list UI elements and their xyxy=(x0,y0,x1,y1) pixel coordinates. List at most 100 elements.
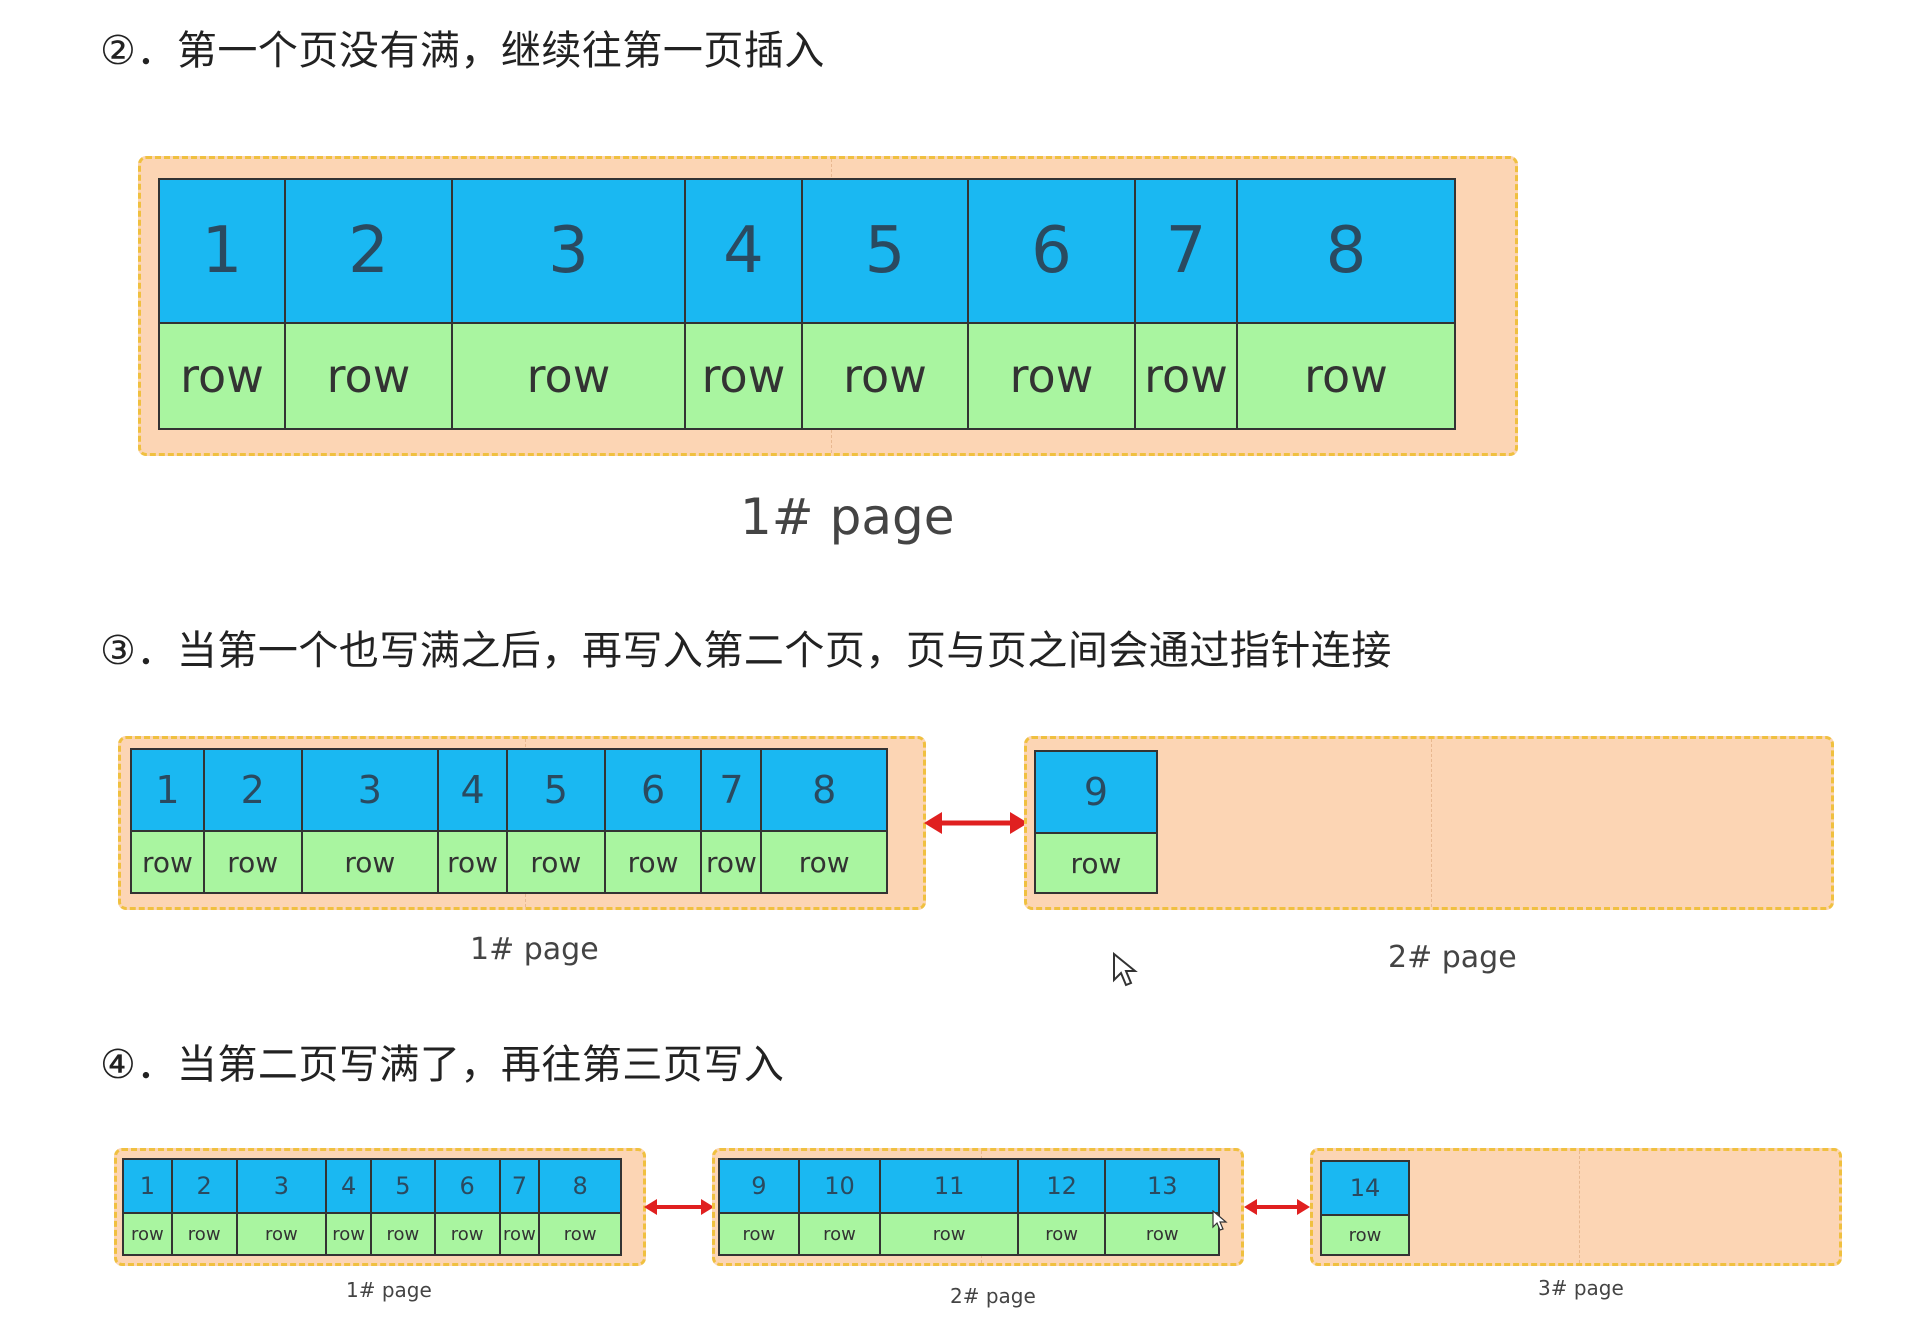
cell-number: 12 xyxy=(1018,1160,1105,1214)
cell-number: 1 xyxy=(160,180,284,324)
cell-number: 7 xyxy=(500,1160,539,1214)
d2-page-1-cells: 1 row 2 row 3 row 4 row 5 row 6 row 7 row 8 row xyxy=(130,748,888,894)
cell-number: 13 xyxy=(1106,1160,1219,1214)
page-cell: 5 row xyxy=(508,750,606,892)
cell-row-label: row xyxy=(508,832,604,892)
page-cell: 1 row xyxy=(160,180,286,428)
cell-row-label: row xyxy=(1238,324,1454,428)
cell-number: 6 xyxy=(969,180,1134,324)
cell-number: 6 xyxy=(605,750,701,832)
cell-number: 4 xyxy=(686,180,801,324)
page-cell: 6 row xyxy=(435,1160,501,1254)
cell-row-label: row xyxy=(439,832,506,892)
page-cell: 8 row xyxy=(762,750,886,892)
page-cell: 2 row xyxy=(172,1160,238,1254)
cell-number: 2 xyxy=(286,180,451,324)
cell-row-label: row xyxy=(1136,324,1236,428)
cell-row-label: row xyxy=(799,1214,880,1254)
page-cell: 4 row xyxy=(439,750,508,892)
page-cell: 8 row xyxy=(540,1160,621,1254)
page-cell: 2 row xyxy=(286,180,453,428)
page-cell: 11 row xyxy=(881,1160,1019,1254)
cell-number: 8 xyxy=(1238,180,1454,324)
cell-row-label: row xyxy=(969,324,1134,428)
page-cell: 9 row xyxy=(720,1160,800,1254)
page-cell: 6 row xyxy=(605,750,703,892)
cell-number: 1 xyxy=(132,750,203,832)
cell-row-label: row xyxy=(500,1214,539,1254)
page-cell: 3 row xyxy=(453,180,686,428)
cell-row-label: row xyxy=(204,832,301,892)
cell-row-label: row xyxy=(720,1214,798,1254)
cell-number: 2 xyxy=(172,1160,236,1214)
cell-number: 1 xyxy=(124,1160,171,1214)
page-cell: 7 row xyxy=(702,750,763,892)
cell-row-label: row xyxy=(762,832,886,892)
cell-row-label: row xyxy=(286,324,451,428)
cell-number: 4 xyxy=(439,750,506,832)
d2-page-2-cells: 9 row xyxy=(1034,750,1158,894)
step4-heading: ④．当第二页写满了，再往第三页写入 xyxy=(100,1042,785,1088)
d3-page-1-cells: 1 row 2 row 3 row 4 row 5 row 6 row 7 row 8 row xyxy=(122,1158,622,1256)
page-cell: 7 row xyxy=(500,1160,541,1254)
d1-page-1-label: 1# page xyxy=(740,488,955,546)
d2-pointer-double-arrow-icon xyxy=(924,812,1028,834)
d3-pointer-1-double-arrow-icon xyxy=(644,1199,714,1215)
cell-row-label: row xyxy=(160,324,284,428)
d3-page-3-cells: 14 row xyxy=(1320,1160,1410,1256)
page-cell: 12 row xyxy=(1018,1160,1107,1254)
page-cell: 4 row xyxy=(686,180,803,428)
cell-number: 14 xyxy=(1322,1162,1408,1216)
cell-row-label: row xyxy=(372,1214,434,1254)
page-cell: 10 row xyxy=(799,1160,882,1254)
mouse-cursor-icon xyxy=(1113,952,1138,987)
page-cell: 7 row xyxy=(1136,180,1238,428)
step3-heading: ③．当第一个也写满之后，再写入第二个页，页与页之间会通过指针连接 xyxy=(100,628,1392,674)
cell-number: 9 xyxy=(1036,752,1156,834)
cell-row-label: row xyxy=(453,324,684,428)
cell-number: 3 xyxy=(453,180,684,324)
cell-row-label: row xyxy=(1036,834,1156,892)
page-cell: 1 row xyxy=(132,750,205,892)
cell-number: 5 xyxy=(508,750,604,832)
mouse-cursor-icon-small xyxy=(1212,1210,1228,1231)
cell-row-label: row xyxy=(132,832,203,892)
cell-number: 6 xyxy=(435,1160,499,1214)
cell-row-label: row xyxy=(327,1214,371,1254)
cell-number: 7 xyxy=(702,750,761,832)
cell-number: 7 xyxy=(1136,180,1236,324)
cell-row-label: row xyxy=(702,832,761,892)
cell-number: 11 xyxy=(881,1160,1017,1214)
cell-row-label: row xyxy=(435,1214,499,1254)
page-cell: 13 row xyxy=(1106,1160,1219,1254)
cell-number: 8 xyxy=(762,750,886,832)
page-cell: 14 row xyxy=(1322,1162,1408,1254)
cell-row-label: row xyxy=(172,1214,236,1254)
page-cell: 2 row xyxy=(204,750,303,892)
cell-row-label: row xyxy=(1106,1214,1219,1254)
cell-number: 10 xyxy=(799,1160,880,1214)
page-cell: 9 row xyxy=(1036,752,1156,892)
cell-number: 3 xyxy=(237,1160,326,1214)
d3-page-3-label: 3# page xyxy=(1538,1276,1624,1300)
cell-number: 8 xyxy=(540,1160,621,1214)
d2-page-2-label: 2# page xyxy=(1388,940,1517,975)
cell-row-label: row xyxy=(237,1214,326,1254)
page-cell: 3 row xyxy=(237,1160,328,1254)
cell-row-label: row xyxy=(881,1214,1017,1254)
page-cell: 8 row xyxy=(1238,180,1454,428)
cell-row-label: row xyxy=(803,324,967,428)
d3-page-1-label: 1# page xyxy=(346,1278,432,1302)
d3-page-2-label: 2# page xyxy=(950,1284,1036,1308)
page-cell: 5 row xyxy=(372,1160,436,1254)
cell-number: 5 xyxy=(803,180,967,324)
page-cell: 5 row xyxy=(803,180,969,428)
page-cell: 6 row xyxy=(969,180,1136,428)
cell-number: 2 xyxy=(204,750,301,832)
step2-heading: ②．第一个页没有满，继续往第一页插入 xyxy=(100,28,825,74)
cell-number: 5 xyxy=(372,1160,434,1214)
cell-number: 4 xyxy=(327,1160,371,1214)
cell-row-label: row xyxy=(1018,1214,1105,1254)
cell-row-label: row xyxy=(124,1214,171,1254)
cell-row-label: row xyxy=(540,1214,621,1254)
